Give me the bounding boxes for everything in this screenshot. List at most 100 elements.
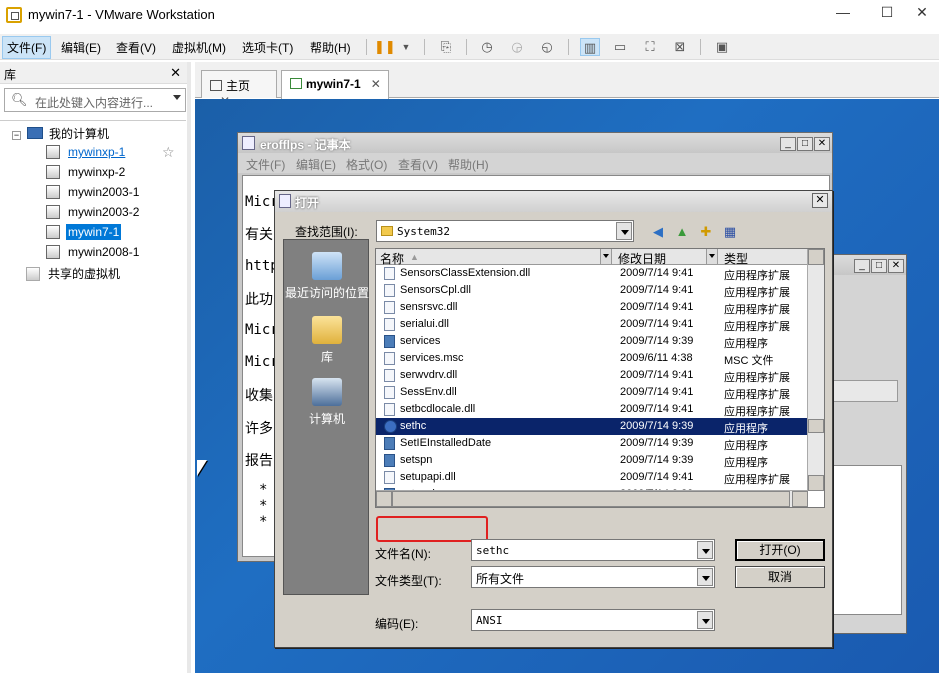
file-list[interactable]: 名称 ▲ 修改日期 类型 SensorsClassExtension.dll 20… bbox=[375, 248, 825, 508]
scroll-down-icon[interactable] bbox=[808, 475, 824, 491]
place-libraries[interactable]: 库 bbox=[284, 316, 370, 365]
file-row[interactable]: SessEnv.dll 2009/7/14 9:41 应用程序扩展 bbox=[376, 384, 808, 401]
tree-item-vm[interactable]: mywin2003-1 bbox=[46, 185, 141, 203]
send-ctrl-alt-del-icon[interactable]: ⎘ bbox=[436, 38, 456, 56]
library-close-icon[interactable]: ✕ bbox=[170, 65, 181, 81]
notepad-menu-help[interactable]: 帮助(H) bbox=[448, 156, 489, 173]
menu-edit[interactable]: 编辑(E) bbox=[57, 39, 105, 56]
chevron-down-icon[interactable] bbox=[697, 568, 713, 586]
tree-item-vm[interactable]: mywinxp-2 bbox=[46, 165, 127, 183]
cancel-button[interactable]: 取消 bbox=[735, 566, 825, 588]
filetype-select[interactable]: 所有文件 bbox=[471, 566, 715, 588]
scroll-left-icon[interactable] bbox=[376, 491, 392, 507]
scroll-thumb[interactable] bbox=[808, 419, 824, 433]
file-row-selected[interactable]: sethc 2009/7/14 9:39 应用程序 bbox=[376, 418, 808, 435]
file-row[interactable]: SetIEInstalledDate 2009/7/14 9:39 应用程序 bbox=[376, 435, 808, 452]
scroll-thumb[interactable] bbox=[392, 491, 790, 507]
close-icon[interactable]: ✕ bbox=[812, 193, 828, 208]
menu-help[interactable]: 帮助(H) bbox=[306, 39, 355, 56]
tree-item-vm[interactable]: mywin2003-2 bbox=[46, 205, 141, 223]
tree-item-vm[interactable]: mywin2008-1 bbox=[46, 245, 141, 263]
file-row[interactable]: serialui.dll 2009/7/14 9:41 应用程序扩展 bbox=[376, 316, 808, 333]
notepad-menu-format[interactable]: 格式(O) bbox=[346, 156, 387, 173]
place-recent[interactable]: 最近访问的位置 bbox=[284, 252, 370, 301]
dll-icon bbox=[384, 403, 395, 416]
up-folder-icon[interactable]: ▲ bbox=[673, 224, 691, 240]
snapshot-icon[interactable]: ◷ bbox=[477, 38, 497, 56]
computer-icon bbox=[312, 378, 342, 406]
minimize-icon[interactable]: _ bbox=[780, 137, 796, 151]
file-row[interactable]: setbcdlocale.dll 2009/7/14 9:41 应用程序扩展 bbox=[376, 401, 808, 418]
place-computer[interactable]: 计算机 bbox=[284, 378, 370, 427]
look-in-select[interactable]: System32 bbox=[376, 220, 634, 242]
chevron-down-icon[interactable] bbox=[697, 611, 713, 629]
power-dropdown-icon[interactable]: ▼ bbox=[396, 38, 416, 56]
column-filter-icon[interactable] bbox=[600, 249, 612, 264]
tab-close-icon[interactable]: ✕ bbox=[371, 77, 381, 91]
file-row[interactable]: services 2009/7/14 9:39 应用程序 bbox=[376, 333, 808, 350]
file-row[interactable]: SensorsClassExtension.dll 2009/7/14 9:41 应… bbox=[376, 265, 808, 282]
tree-root-my-computer[interactable]: − 我的计算机 bbox=[12, 125, 111, 143]
notepad-menu-view[interactable]: 查看(V) bbox=[398, 156, 438, 173]
maximize-button[interactable]: ☐ bbox=[873, 4, 901, 21]
revert-snapshot-icon[interactable]: ◶ bbox=[507, 38, 527, 56]
maximize-icon[interactable]: □ bbox=[871, 259, 887, 273]
tree-item-shared-vms[interactable]: 共享的虚拟机 bbox=[26, 265, 122, 283]
notepad-menu-file[interactable]: 文件(F) bbox=[246, 156, 285, 173]
encoding-select[interactable]: ANSI bbox=[471, 609, 715, 631]
minimize-icon[interactable]: _ bbox=[854, 259, 870, 273]
pause-icon[interactable]: ❚❚ bbox=[374, 38, 396, 56]
file-name: setupapi.dll bbox=[400, 471, 456, 483]
open-button[interactable]: 打开(O) bbox=[735, 539, 825, 561]
close-icon[interactable]: ✕ bbox=[888, 259, 904, 273]
file-row[interactable]: sensrsvc.dll 2009/7/14 9:41 应用程序扩展 bbox=[376, 299, 808, 316]
close-icon[interactable]: ✕ bbox=[814, 137, 830, 151]
console-view-icon[interactable]: ▣ bbox=[712, 38, 732, 56]
close-button[interactable]: ✕ bbox=[908, 4, 936, 21]
menu-vm[interactable]: 虚拟机(M) bbox=[168, 39, 230, 56]
vertical-scrollbar[interactable] bbox=[807, 249, 824, 491]
show-library-icon[interactable]: ▥ bbox=[580, 38, 600, 56]
tab-mywin7-1[interactable]: mywin7-1 ✕ bbox=[281, 70, 389, 99]
horizontal-scrollbar[interactable] bbox=[376, 490, 808, 507]
tree-item-vm-selected[interactable]: mywin7-1 bbox=[46, 224, 122, 243]
library-header: 库 ✕ bbox=[0, 62, 187, 84]
menu-file[interactable]: 文件(F) bbox=[2, 36, 52, 59]
unity-icon[interactable]: ⊠ bbox=[670, 38, 690, 56]
back-icon[interactable]: ◀ bbox=[649, 224, 667, 240]
tree-item-vm[interactable]: mywinxp-1 ☆ bbox=[46, 144, 175, 163]
file-row[interactable]: serwvdrv.dll 2009/7/14 9:41 应用程序扩展 bbox=[376, 367, 808, 384]
filename-input[interactable]: sethc bbox=[471, 539, 715, 561]
scroll-up-icon[interactable] bbox=[808, 249, 824, 265]
thumbnail-bar-icon[interactable]: ▭ bbox=[610, 38, 630, 56]
menu-view[interactable]: 查看(V) bbox=[112, 39, 160, 56]
search-dropdown-icon[interactable] bbox=[173, 95, 181, 100]
vm-console[interactable]: erofflps - 记事本 _ □ ✕ 文件(F) 编辑(E) 格式(O) 查看(… bbox=[195, 99, 939, 673]
column-filter-icon[interactable] bbox=[706, 249, 718, 264]
chevron-down-icon[interactable] bbox=[616, 222, 632, 240]
new-folder-icon[interactable]: ✚ bbox=[697, 224, 715, 240]
star-icon[interactable]: ☆ bbox=[162, 144, 175, 161]
file-row[interactable]: setupapi.dll 2009/7/14 9:41 应用程序扩展 bbox=[376, 469, 808, 486]
library-search-input[interactable]: 🔍︎ 在此处键入内容进行... bbox=[4, 88, 186, 112]
file-row[interactable]: SensorsCpl.dll 2009/7/14 9:41 应用程序扩展 bbox=[376, 282, 808, 299]
menubar: 文件(F) 编辑(E) 查看(V) 虚拟机(M) 选项卡(T) 帮助(H) ❚❚… bbox=[0, 34, 939, 60]
scroll-right-icon[interactable] bbox=[792, 491, 808, 507]
view-menu-icon[interactable]: ▦ bbox=[721, 224, 739, 240]
menu-tabs[interactable]: 选项卡(T) bbox=[238, 39, 297, 56]
chevron-down-icon[interactable] bbox=[697, 541, 713, 559]
maximize-icon[interactable]: □ bbox=[797, 137, 813, 151]
notepad-menu-edit[interactable]: 编辑(E) bbox=[296, 156, 336, 173]
file-type: 应用程序 bbox=[724, 457, 768, 469]
file-row[interactable]: setspn 2009/7/14 9:39 应用程序 bbox=[376, 452, 808, 469]
file-date: 2009/7/14 9:41 bbox=[620, 471, 694, 483]
minimize-button[interactable]: — bbox=[829, 4, 857, 20]
full-screen-icon[interactable]: ⛶ bbox=[640, 38, 660, 56]
collapse-icon[interactable]: − bbox=[12, 131, 21, 140]
mouse-cursor bbox=[197, 460, 207, 476]
file-row[interactable]: services.msc 2009/6/11 4:38 MSC 文件 bbox=[376, 350, 808, 367]
tab-home[interactable]: 主页✕ bbox=[201, 70, 277, 108]
open-file-dialog: 打开 ✕ 查找范围(I): System32 ◀ ▲ ✚ ▦ 最近访问的位置 库… bbox=[274, 190, 833, 648]
snapshot-manager-icon[interactable]: ◵ bbox=[537, 38, 557, 56]
folder-icon bbox=[381, 226, 393, 236]
